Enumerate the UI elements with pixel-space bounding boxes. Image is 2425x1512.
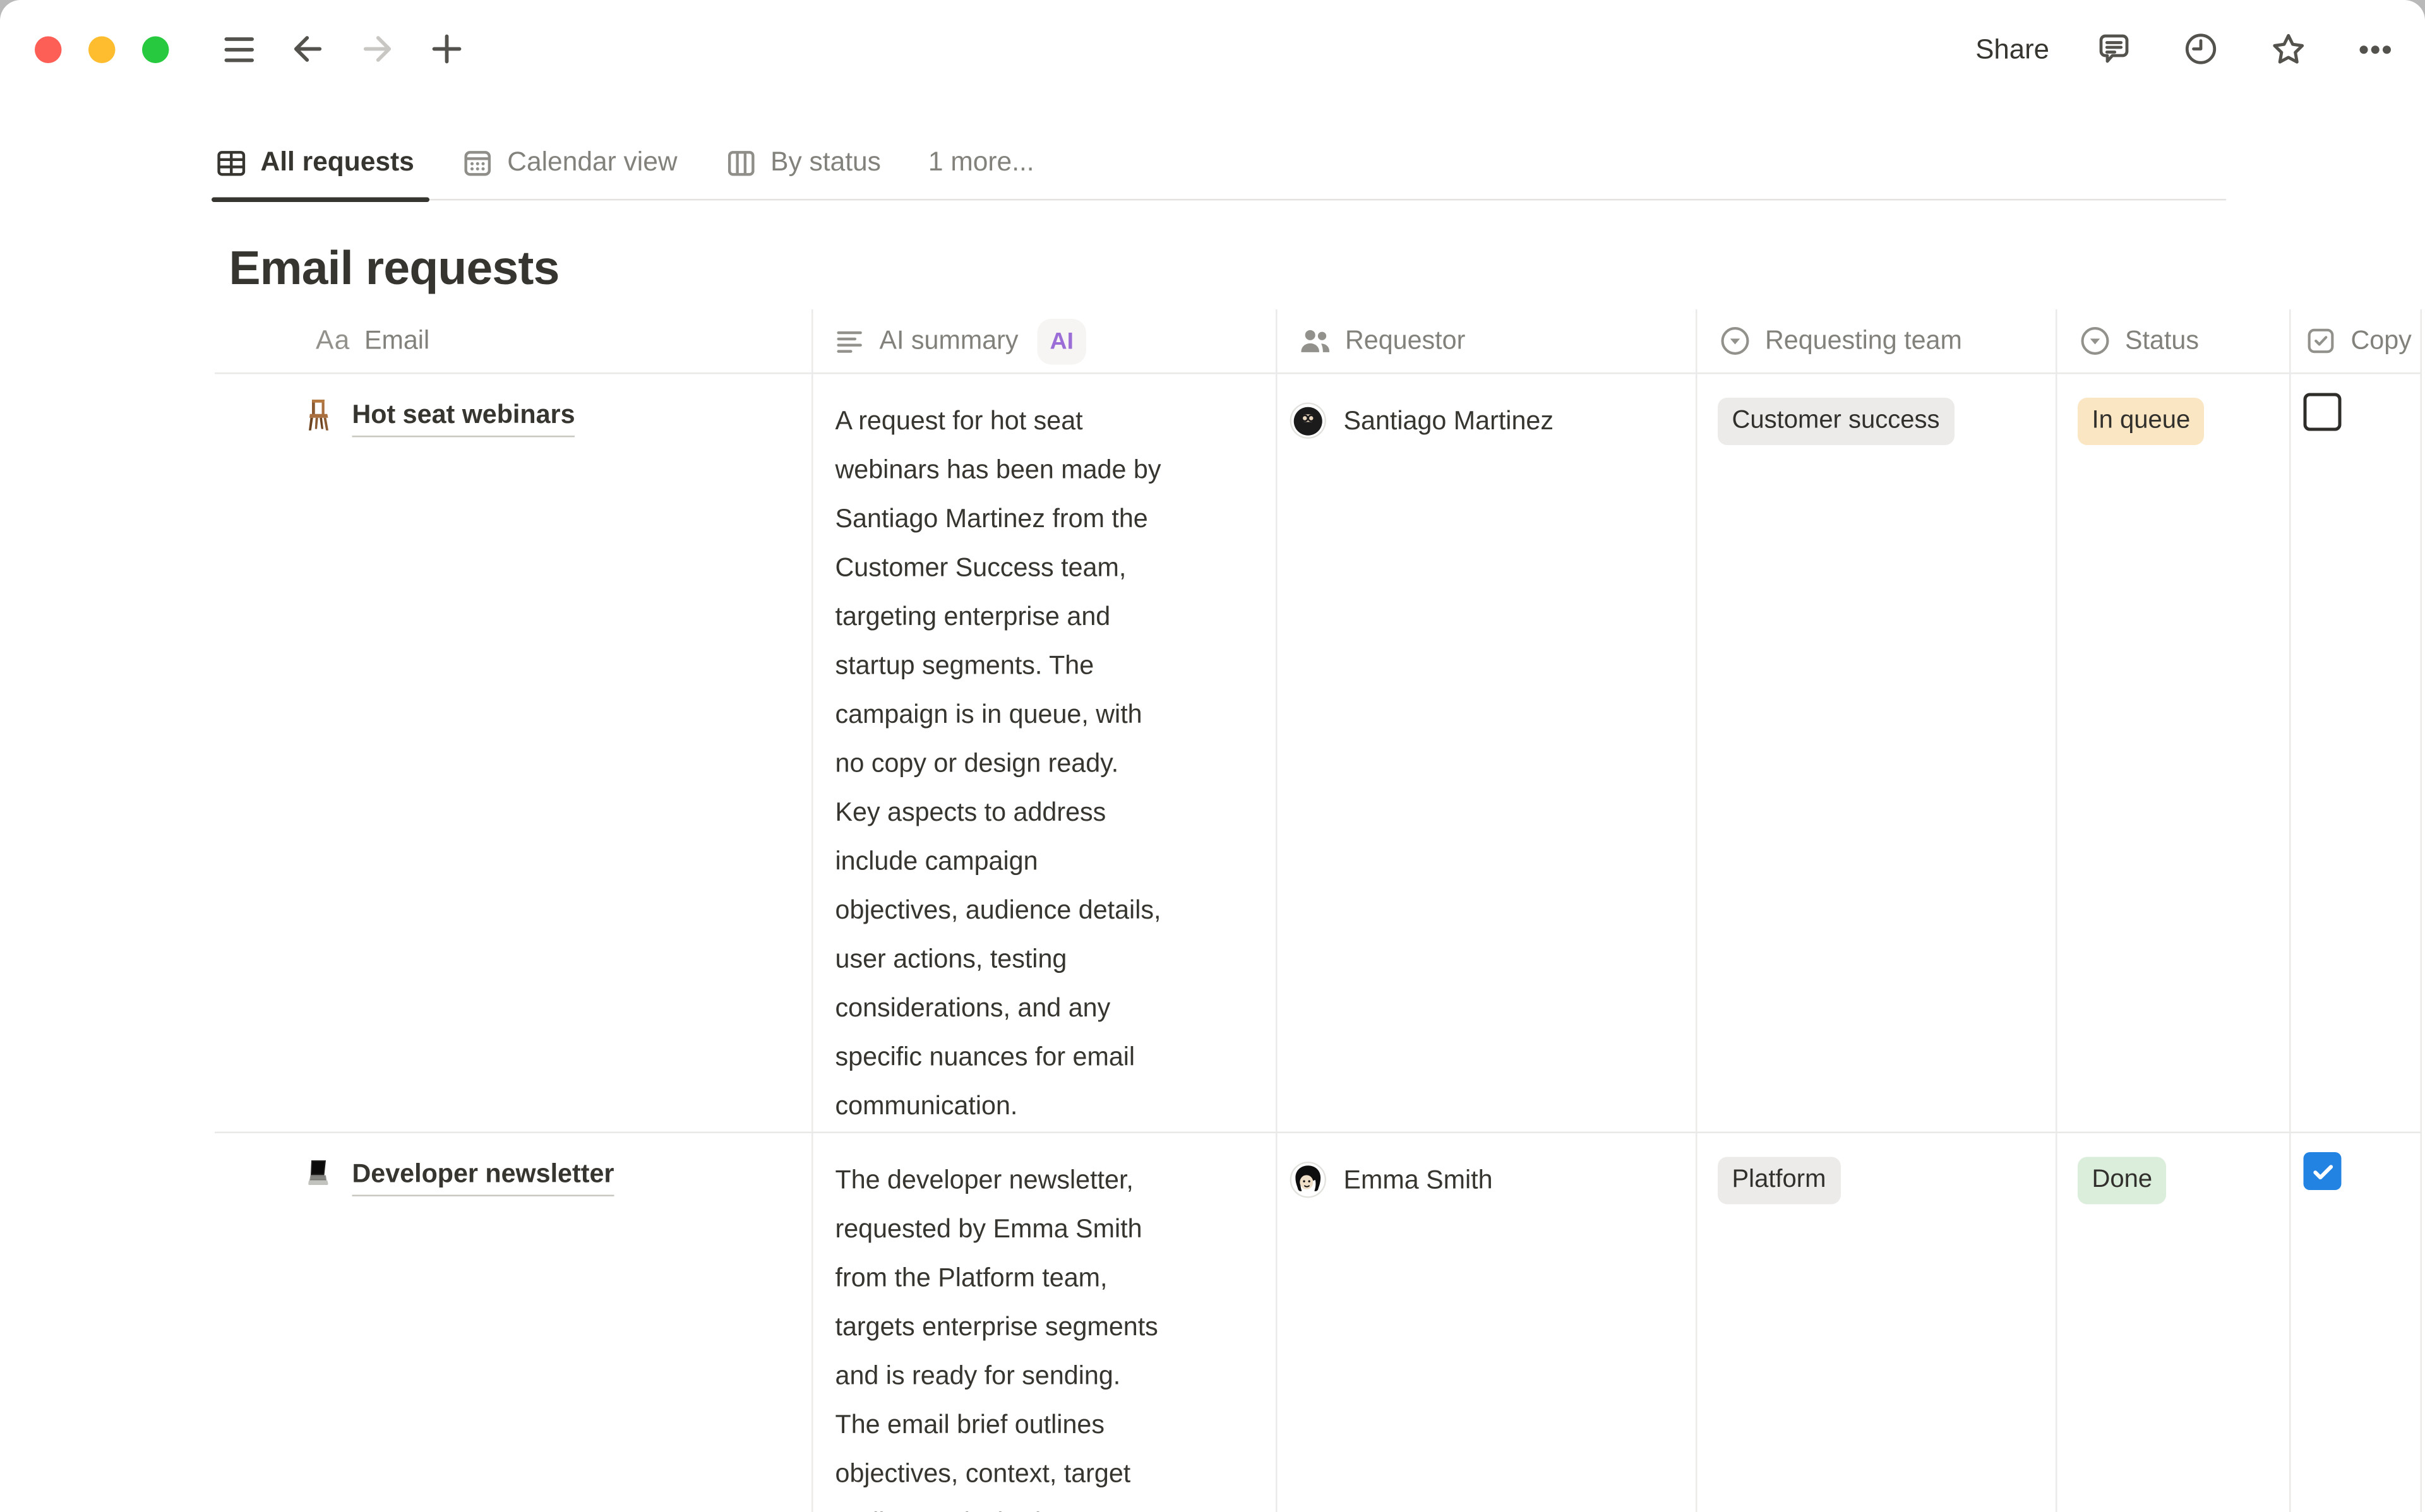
checkbox-property-icon: [2304, 324, 2338, 359]
more-options-icon[interactable]: [2352, 27, 2397, 71]
share-button[interactable]: Share: [1975, 32, 2049, 66]
tab-label: 1 more...: [928, 147, 1034, 179]
tab-label: By status: [770, 147, 881, 179]
forward-icon[interactable]: [356, 27, 400, 71]
table-row-cell-email[interactable]: Hot seat webinars: [215, 374, 811, 1134]
select-chevron-icon: [2078, 324, 2112, 359]
column-header-requestor[interactable]: Requestor: [1276, 309, 1696, 374]
tab-label: All requests: [261, 147, 414, 179]
ai-badge: AI: [1038, 318, 1087, 364]
tab-all-requests[interactable]: All requests: [215, 126, 414, 199]
status-tag: In queue: [2078, 398, 2205, 445]
column-label: Email: [364, 326, 429, 356]
minimize-window-button[interactable]: [88, 35, 116, 63]
table-row-cell-requestor[interactable]: Emma Smith: [1276, 1133, 1696, 1512]
column-header-ai-summary[interactable]: AI summary AI: [811, 309, 1276, 374]
calendar-view-icon: [462, 146, 495, 179]
page-title: Email requests: [229, 239, 2425, 302]
column-header-copy[interactable]: Copy: [2289, 309, 2422, 374]
titlebar: Share: [0, 0, 2425, 98]
select-chevron-icon: [1718, 324, 1752, 359]
zoom-window-button[interactable]: [142, 35, 169, 63]
row-title-link[interactable]: Developer newsletter: [352, 1155, 614, 1196]
comments-icon[interactable]: [2092, 27, 2136, 71]
table-row-cell-ai-summary[interactable]: The developer newsletter, requested by E…: [811, 1133, 1276, 1512]
favorite-star-icon[interactable]: [2266, 27, 2310, 71]
emma-avatar: [1290, 1162, 1327, 1198]
copy-checkbox-checked[interactable]: [2304, 1152, 2342, 1190]
table-row-cell-requestor[interactable]: Santiago Martinez: [1276, 374, 1696, 1134]
requestor-name: Emma Smith: [1344, 1162, 1493, 1199]
view-tabs: All requests Calendar view By status 1 m…: [215, 126, 2226, 201]
team-tag: Platform: [1718, 1157, 1840, 1205]
column-label: Status: [2125, 326, 2199, 356]
table-row-cell-ai-summary[interactable]: A request for hot seat webinars has been…: [811, 374, 1276, 1134]
column-header-requesting-team[interactable]: Requesting team: [1696, 309, 2056, 374]
text-type-icon: Aa: [316, 325, 350, 357]
row-title-link[interactable]: Hot seat webinars: [352, 396, 575, 438]
new-tab-plus-icon[interactable]: [425, 27, 469, 71]
table-row-cell-copy[interactable]: [2289, 1133, 2422, 1512]
chair-icon: [300, 396, 338, 434]
database-table: Aa Email AI summary AI Requestor Request…: [215, 309, 2425, 1512]
sidebar-menu-icon[interactable]: [217, 27, 261, 71]
santiago-avatar: [1290, 403, 1327, 439]
table-row-cell-status[interactable]: In queue: [2056, 374, 2289, 1134]
people-icon: [1298, 324, 1332, 359]
column-label: Requestor: [1345, 326, 1465, 356]
status-tag: Done: [2078, 1157, 2167, 1205]
table-row-cell-status[interactable]: Done: [2056, 1133, 2289, 1512]
table-row-cell-copy[interactable]: [2289, 374, 2422, 1134]
tab-label: Calendar view: [507, 147, 677, 179]
column-header-email[interactable]: Aa Email: [215, 309, 811, 374]
tab-more-views[interactable]: 1 more...: [928, 126, 1034, 199]
column-header-status[interactable]: Status: [2056, 309, 2289, 374]
notion-window: Share All requests: [0, 0, 2425, 1512]
copy-checkbox-unchecked[interactable]: [2304, 393, 2342, 431]
tab-calendar-view[interactable]: Calendar view: [462, 126, 678, 199]
team-tag: Customer success: [1718, 398, 1954, 445]
laptop-icon: [300, 1155, 338, 1193]
column-label: Copy: [2351, 326, 2412, 356]
board-view-icon: [725, 146, 758, 179]
text-align-left-icon: [834, 324, 867, 358]
table-row-cell-email[interactable]: Developer newsletter: [215, 1133, 811, 1512]
table-row-cell-team[interactable]: Platform: [1696, 1133, 2056, 1512]
updates-clock-icon[interactable]: [2179, 27, 2223, 71]
close-window-button[interactable]: [35, 35, 62, 63]
table-row-cell-team[interactable]: Customer success: [1696, 374, 2056, 1134]
table-view-icon: [215, 146, 248, 179]
back-icon[interactable]: [286, 27, 330, 71]
titlebar-actions: Share: [1975, 27, 2397, 71]
column-label: AI summary: [880, 326, 1019, 356]
requestor-name: Santiago Martinez: [1344, 403, 1554, 441]
column-label: Requesting team: [1765, 326, 1962, 356]
tab-by-status[interactable]: By status: [725, 126, 881, 199]
traffic-lights: [35, 35, 169, 63]
